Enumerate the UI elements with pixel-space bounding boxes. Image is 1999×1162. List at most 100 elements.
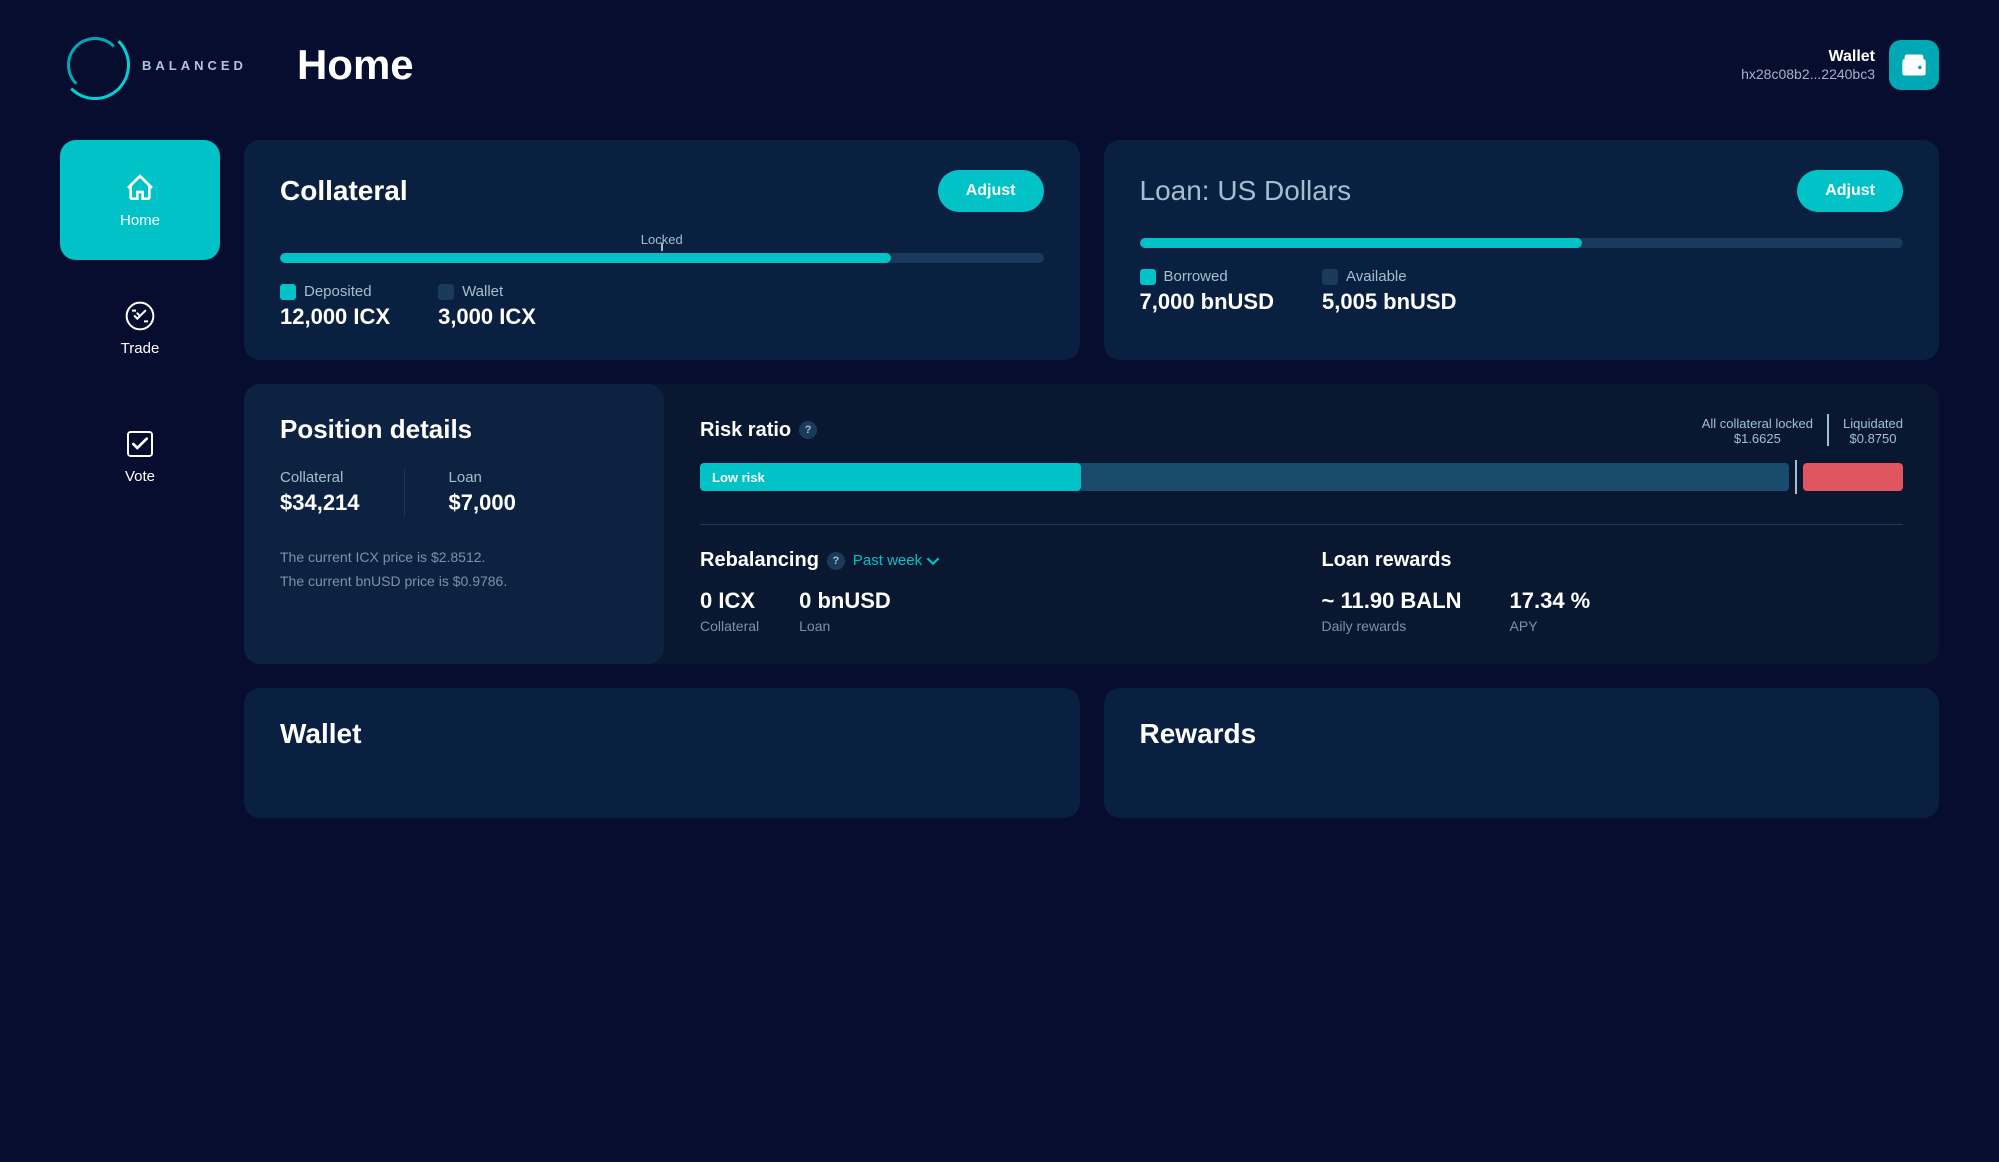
logo-container: BALANCED xyxy=(60,30,247,100)
collateral-locked-label: All collateral locked xyxy=(1702,416,1813,431)
period-selector-button[interactable]: Past week xyxy=(853,552,940,569)
collateral-progress-bar-fill xyxy=(280,253,891,263)
collateral-adjust-button[interactable]: Adjust xyxy=(938,170,1044,212)
deposited-value: 12,000 ICX xyxy=(280,304,390,330)
sidebar-item-vote[interactable]: Vote xyxy=(60,396,220,516)
wallet-stat-label: Wallet xyxy=(462,283,503,300)
rebalancing-collateral-value: 0 ICX xyxy=(700,588,759,614)
risk-info-icon[interactable]: ? xyxy=(799,421,817,439)
rebalancing-info-icon[interactable]: ? xyxy=(827,552,845,570)
wallet-card: Wallet xyxy=(244,688,1080,818)
apy-value: 17.34 % xyxy=(1510,588,1591,614)
rebalancing-stats: 0 ICX Collateral 0 bnUSD Loan xyxy=(700,588,1282,634)
sidebar-vote-label: Vote xyxy=(125,468,155,485)
position-loan-stat: Loan $7,000 xyxy=(449,469,516,516)
daily-rewards-label: Daily rewards xyxy=(1322,618,1462,634)
position-collateral-label: Collateral xyxy=(280,469,360,486)
position-collateral-value: $34,214 xyxy=(280,490,360,516)
rebalancing-section: Rebalancing ? Past week 0 ICX xyxy=(700,549,1282,634)
content-area: Home Trade Vote xyxy=(60,140,1939,818)
header-left: BALANCED Home xyxy=(60,30,414,100)
header: BALANCED Home Wallet hx28c08b2...2240bc3 xyxy=(0,0,1999,120)
available-value: 5,005 bnUSD xyxy=(1322,289,1457,315)
collateral-card-header: Collateral Adjust xyxy=(280,170,1044,212)
logo-icon xyxy=(60,30,130,100)
risk-panel: Risk ratio ? All collateral locked $1.66… xyxy=(664,384,1939,664)
position-details-title: Position details xyxy=(280,414,628,445)
deposited-label: Deposited xyxy=(304,283,372,300)
collateral-card: Collateral Adjust Locked Depos xyxy=(244,140,1080,360)
sidebar-item-trade[interactable]: Trade xyxy=(60,268,220,388)
cards-grid: Collateral Adjust Locked Depos xyxy=(244,140,1939,818)
vote-icon xyxy=(124,428,156,460)
loan-stats-row: Borrowed 7,000 bnUSD Available 5,005 bnU… xyxy=(1140,268,1904,315)
borrowed-label: Borrowed xyxy=(1164,268,1228,285)
daily-rewards-stat: ~ 11.90 BALN Daily rewards xyxy=(1322,588,1462,634)
collateral-deposited-stat: Deposited 12,000 ICX xyxy=(280,283,390,330)
bottom-cards: Wallet Rewards xyxy=(244,688,1939,818)
wallet-header-label: Wallet xyxy=(1741,48,1875,66)
chevron-down-icon xyxy=(926,554,940,568)
available-label: Available xyxy=(1346,268,1407,285)
collateral-wallet-stat: Wallet 3,000 ICX xyxy=(438,283,536,330)
loan-rewards-title: Loan rewards xyxy=(1322,549,1904,572)
collateral-stats-row: Deposited 12,000 ICX Wallet 3,000 ICX xyxy=(280,283,1044,330)
rebalancing-loan-label: Loan xyxy=(799,618,891,634)
rebalancing-loan-value: 0 bnUSD xyxy=(799,588,891,614)
collateral-progress-container: Locked xyxy=(280,232,1044,263)
loan-rewards-stats: ~ 11.90 BALN Daily rewards 17.34 % APY xyxy=(1322,588,1904,634)
wallet-dot xyxy=(438,284,454,300)
sidebar-trade-label: Trade xyxy=(121,340,160,357)
home-icon xyxy=(124,172,156,204)
risk-bar-med xyxy=(1081,463,1789,491)
risk-title: Risk ratio ? xyxy=(700,419,817,442)
rebalancing-title: Rebalancing ? Past week xyxy=(700,549,1282,572)
loan-progress-container xyxy=(1140,238,1904,248)
logo-text: BALANCED xyxy=(142,58,247,73)
rebalancing-collateral-label: Collateral xyxy=(700,618,759,634)
rebalancing-collateral-stat: 0 ICX Collateral xyxy=(700,588,759,634)
bottom-section: Position details Collateral $34,214 Loan… xyxy=(244,384,1939,664)
page-title: Home xyxy=(297,41,414,89)
loan-rewards-section: Loan rewards ~ 11.90 BALN Daily rewards … xyxy=(1322,549,1904,634)
loan-title: Loan: US Dollars xyxy=(1140,175,1352,207)
risk-bar-row: Low risk xyxy=(700,460,1903,494)
main-content: Home Trade Vote xyxy=(0,120,1999,838)
loan-card-header: Loan: US Dollars Adjust xyxy=(1140,170,1904,212)
position-loan-value: $7,000 xyxy=(449,490,516,516)
collateral-locked-label: Locked xyxy=(280,232,1044,247)
position-desc-line1: The current ICX price is $2.8512. xyxy=(280,546,628,570)
risk-separator-line xyxy=(1795,460,1797,494)
deposited-dot xyxy=(280,284,296,300)
rewards-card: Rewards xyxy=(1104,688,1940,818)
loan-adjust-button[interactable]: Adjust xyxy=(1797,170,1903,212)
risk-labels: All collateral locked $1.6625 Liquidated… xyxy=(1702,414,1903,446)
loan-card: Loan: US Dollars Adjust Borro xyxy=(1104,140,1940,360)
borrowed-value: 7,000 bnUSD xyxy=(1140,289,1275,315)
position-desc-line2: The current bnUSD price is $0.9786. xyxy=(280,570,628,594)
apy-stat: 17.34 % APY xyxy=(1510,588,1591,634)
daily-rewards-value: ~ 11.90 BALN xyxy=(1322,588,1462,614)
rewards-card-title: Rewards xyxy=(1140,718,1904,750)
liquidated-label: Liquidated xyxy=(1843,416,1903,431)
loan-progress-bar-fill xyxy=(1140,238,1583,248)
liquidated-value: $0.8750 xyxy=(1850,431,1897,446)
sidebar-item-home[interactable]: Home xyxy=(60,140,220,260)
wallet-address: hx28c08b2...2240bc3 xyxy=(1741,66,1875,82)
collateral-progress-bar-bg xyxy=(280,253,1044,263)
apy-label: APY xyxy=(1510,618,1591,634)
available-dot xyxy=(1322,269,1338,285)
risk-ratio-section: Risk ratio ? All collateral locked $1.66… xyxy=(700,414,1903,494)
trade-icon xyxy=(124,300,156,332)
position-divider xyxy=(404,469,405,516)
position-loan-label: Loan xyxy=(449,469,516,486)
header-right: Wallet hx28c08b2...2240bc3 xyxy=(1741,40,1939,90)
wallet-icon xyxy=(1900,51,1928,79)
rebalancing-loan-stat: 0 bnUSD Loan xyxy=(799,588,891,634)
wallet-icon-button[interactable] xyxy=(1889,40,1939,90)
borrowed-dot xyxy=(1140,269,1156,285)
top-cards: Collateral Adjust Locked Depos xyxy=(244,140,1939,360)
sidebar: Home Trade Vote xyxy=(60,140,220,818)
risk-bar-bg: Low risk xyxy=(700,463,1789,491)
wallet-stat-value: 3,000 ICX xyxy=(438,304,536,330)
